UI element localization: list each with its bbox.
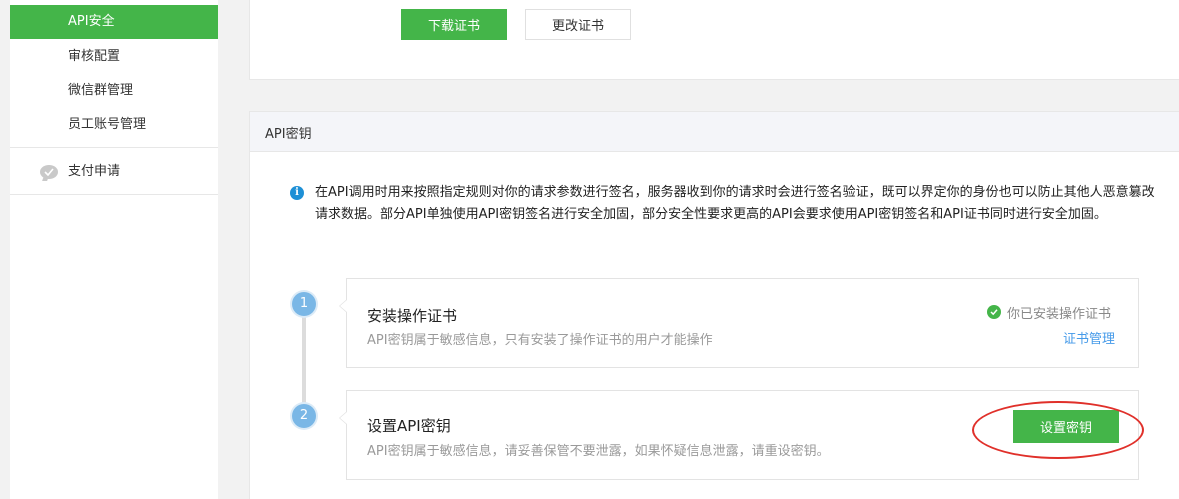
download-certificate-button[interactable]: 下载证书 bbox=[401, 9, 507, 40]
sidebar-item-review-config[interactable]: 审核配置 bbox=[10, 40, 218, 74]
sidebar-item-label: API安全 bbox=[68, 14, 115, 29]
api-key-description: 在API调用时用来按照指定规则对你的请求参数进行签名，服务器收到你的请求时会进行… bbox=[315, 185, 1155, 222]
sidebar-item-payment-apply[interactable]: 支付申请 bbox=[10, 155, 218, 189]
annotation-circle bbox=[972, 401, 1144, 459]
step-install-certificate: 安装操作证书 API密钥属于敏感信息，只有安装了操作证书的用户才能操作 你已安装… bbox=[339, 278, 1139, 368]
step-subtitle: API密钥属于敏感信息，请妥善保管不要泄露，如果怀疑信息泄露，请重设密钥。 bbox=[367, 444, 830, 459]
sidebar-item-label: 员工账号管理 bbox=[68, 117, 147, 132]
step-subtitle: API密钥属于敏感信息，只有安装了操作证书的用户才能操作 bbox=[367, 333, 713, 348]
section-title: API密钥 bbox=[265, 127, 312, 142]
sidebar-item-api-security[interactable]: API安全 bbox=[10, 5, 218, 39]
certificate-management-link[interactable]: 证书管理 bbox=[1063, 328, 1115, 347]
sidebar-item-label: 微信群管理 bbox=[68, 83, 134, 98]
change-certificate-button[interactable]: 更改证书 bbox=[525, 9, 631, 40]
step-title: 安装操作证书 bbox=[367, 307, 458, 325]
step-number-2: 2 bbox=[292, 404, 316, 428]
sidebar-item-wechat-group[interactable]: 微信群管理 bbox=[10, 74, 218, 108]
panel-header: API密钥 bbox=[250, 112, 1179, 152]
step-number-1: 1 bbox=[292, 292, 316, 316]
check-circle-icon bbox=[987, 305, 1001, 319]
timeline-line bbox=[302, 305, 306, 415]
certificate-panel: 下载证书 更改证书 bbox=[249, 0, 1179, 80]
sidebar-item-label: 审核配置 bbox=[68, 49, 121, 64]
sidebar-item-staff-accounts[interactable]: 员工账号管理 bbox=[10, 108, 218, 142]
sidebar-divider bbox=[10, 194, 218, 195]
sidebar-divider bbox=[10, 147, 218, 148]
sidebar-item-label: 支付申请 bbox=[68, 164, 121, 179]
chat-bubble-icon bbox=[40, 165, 58, 179]
certificate-installed-status: 你已安装操作证书 bbox=[1007, 307, 1112, 322]
info-icon: i bbox=[290, 186, 304, 200]
sidebar: API安全 审核配置 微信群管理 员工账号管理 支付申请 bbox=[10, 0, 218, 499]
step-title: 设置API密钥 bbox=[367, 417, 451, 435]
